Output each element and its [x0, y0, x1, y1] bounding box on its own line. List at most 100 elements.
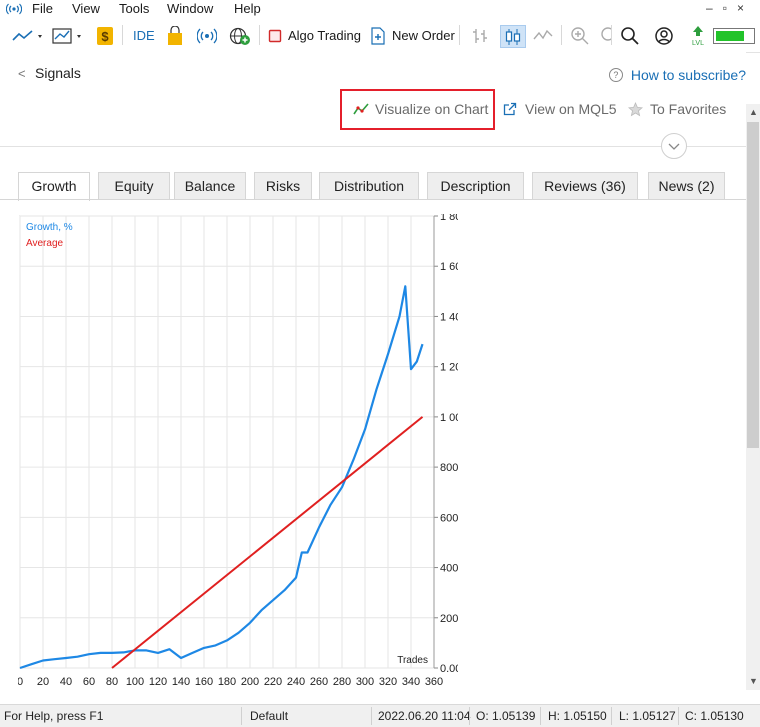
- svg-text:$: $: [101, 29, 109, 44]
- scroll-down-arrow-icon[interactable]: ▼: [749, 676, 758, 686]
- candlestick-icon: [505, 28, 521, 45]
- toolbar-separator: [459, 25, 460, 45]
- new-order-button[interactable]: New Order: [370, 25, 455, 46]
- market-button[interactable]: [166, 25, 184, 46]
- search-button[interactable]: [620, 25, 640, 46]
- x-tick-label: 140: [172, 676, 190, 688]
- x-tick-label: 220: [264, 676, 282, 688]
- connection-indicator: [713, 25, 755, 46]
- menu-view[interactable]: View: [72, 1, 100, 16]
- bars-icon: [473, 28, 487, 43]
- y-tick-label: 0.00: [440, 663, 458, 675]
- line-mode-icon: [533, 29, 553, 39]
- template-button[interactable]: [52, 25, 86, 46]
- new-order-icon: [371, 26, 385, 45]
- x-axis-label: Trades: [397, 655, 428, 666]
- toolbar: $ IDE Algo Trading New Order LVL: [0, 19, 760, 53]
- y-tick-label: 200.00: [440, 613, 458, 625]
- x-tick-label: 80: [106, 676, 118, 688]
- x-tick-label: 100: [126, 676, 144, 688]
- tab-balance[interactable]: Balance: [174, 172, 246, 199]
- algo-trading-button[interactable]: Algo Trading: [268, 25, 361, 46]
- line-button[interactable]: [533, 25, 553, 46]
- close-button[interactable]: ×: [737, 1, 754, 15]
- tab-news[interactable]: News (2): [648, 172, 725, 199]
- tab-distribution[interactable]: Distribution: [319, 172, 419, 199]
- toolbar-separator: [122, 25, 123, 45]
- highlight-box: [340, 89, 495, 130]
- toolbar-separator: [611, 25, 612, 45]
- scroll-up-arrow-icon[interactable]: ▲: [749, 107, 758, 117]
- menu-help[interactable]: Help: [234, 1, 261, 16]
- tab-reviews[interactable]: Reviews (36): [532, 172, 638, 199]
- tab-equity[interactable]: Equity: [98, 172, 170, 199]
- zoom-in-button[interactable]: [570, 25, 590, 46]
- signals-button[interactable]: [197, 25, 217, 46]
- x-tick-label: 260: [310, 676, 328, 688]
- menu-window[interactable]: Window: [167, 1, 213, 16]
- status-high-price: H: 1.05150: [548, 709, 607, 723]
- y-tick-label: 1 800.00: [440, 214, 458, 223]
- back-chevron-icon[interactable]: <: [18, 66, 26, 81]
- menu-tools[interactable]: Tools: [119, 1, 149, 16]
- toolbar-separator: [259, 25, 260, 45]
- menu-file[interactable]: File: [32, 1, 53, 16]
- x-tick-label: 160: [195, 676, 213, 688]
- account-button[interactable]: [654, 25, 674, 46]
- external-link-icon: [503, 102, 517, 116]
- dollar-button[interactable]: $: [96, 25, 114, 46]
- how-to-subscribe-link[interactable]: ? How to subscribe?: [608, 67, 746, 83]
- status-help-text: For Help, press F1: [4, 709, 104, 723]
- tab-growth[interactable]: Growth: [18, 172, 90, 201]
- status-low-price: L: 1.05127: [619, 709, 676, 723]
- x-tick-label: 0: [18, 676, 23, 688]
- level-up-icon: LVL: [692, 25, 704, 47]
- page-title: Signals: [35, 65, 81, 81]
- line-chart-icon: [12, 29, 42, 41]
- new-order-label: New Order: [392, 28, 455, 43]
- algo-trading-label: Algo Trading: [288, 28, 361, 43]
- status-separator: [371, 707, 372, 725]
- x-tick-label: 340: [402, 676, 420, 688]
- status-close-price: C: 1.05130: [685, 709, 744, 723]
- lvl-label: LVL: [692, 40, 704, 47]
- candlestick-button[interactable]: [500, 25, 526, 48]
- status-open-price: O: 1.05139: [476, 709, 536, 723]
- to-favorites-label: To Favorites: [650, 101, 727, 117]
- tab-description[interactable]: Description: [427, 172, 524, 199]
- chart-type-button[interactable]: [12, 25, 46, 46]
- menu-bar: File View Tools Window Help –▫×: [0, 0, 760, 18]
- user-icon: [655, 26, 673, 45]
- y-tick-label: 1 000.00: [440, 412, 458, 424]
- level-button[interactable]: LVL: [688, 25, 708, 47]
- view-on-mql5-button[interactable]: View on MQL5: [503, 101, 617, 117]
- chart-template-icon: [52, 27, 81, 44]
- window-controls: –▫×: [706, 1, 754, 15]
- stop-square-icon: [268, 29, 282, 42]
- search-icon: [621, 26, 639, 45]
- star-icon: [628, 101, 643, 116]
- shopping-bag-icon: [168, 25, 182, 45]
- to-favorites-button[interactable]: To Favorites: [628, 101, 726, 117]
- minimize-button[interactable]: –: [706, 1, 723, 15]
- status-profile: Default: [250, 709, 289, 723]
- collapse-button[interactable]: [661, 133, 687, 159]
- status-separator: [678, 707, 679, 725]
- y-tick-label: 1 400.00: [440, 311, 458, 323]
- x-tick-label: 360: [425, 676, 443, 688]
- y-tick-label: 1 600.00: [440, 261, 458, 273]
- y-tick-label: 600.00: [440, 512, 458, 524]
- tab-risks[interactable]: Risks: [254, 172, 312, 199]
- x-tick-label: 20: [37, 676, 49, 688]
- x-tick-label: 240: [287, 676, 305, 688]
- ide-button[interactable]: IDE: [133, 25, 155, 46]
- chevron-down-icon: [668, 143, 680, 150]
- vps-button[interactable]: [229, 25, 251, 46]
- restore-button[interactable]: ▫: [723, 1, 737, 15]
- signal-app-icon: [6, 3, 22, 15]
- bar-chart-button[interactable]: [470, 25, 490, 46]
- scrollbar-thumb[interactable]: [747, 122, 759, 448]
- growth-chart: 0 20 40 60 80 100 120 140 160 180 200 220 240 260 280 3…: [18, 214, 458, 688]
- x-tick-label: 120: [149, 676, 167, 688]
- status-datetime: 2022.06.20 11:04: [378, 709, 471, 723]
